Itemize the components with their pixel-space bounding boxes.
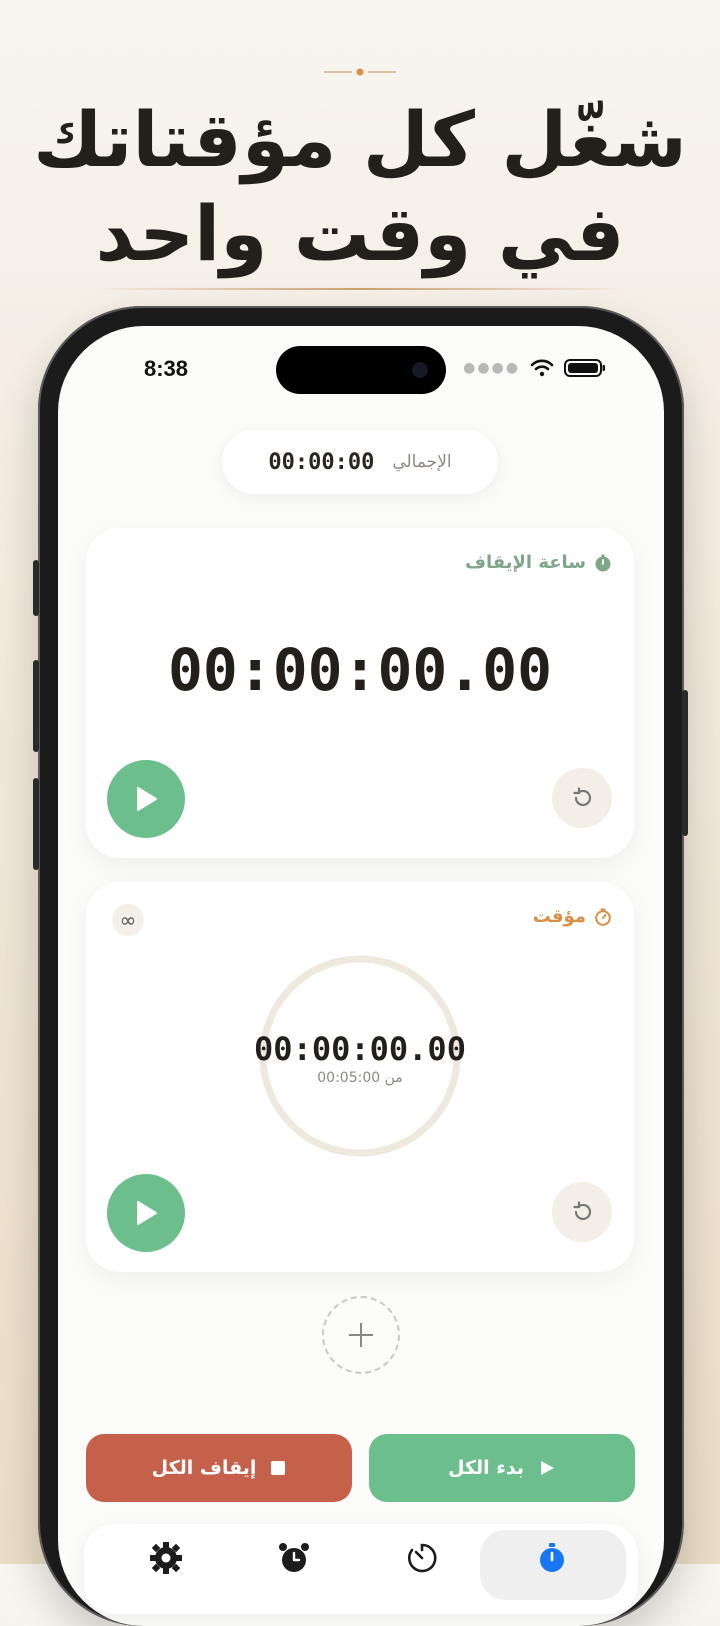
timer-title: مؤقت	[533, 906, 612, 927]
infinity-icon: ∞	[119, 908, 137, 932]
battery-icon	[564, 359, 605, 377]
start-all-button[interactable]: بدء الكل	[369, 1434, 635, 1502]
add-timer-button[interactable]	[322, 1296, 400, 1374]
tab-stopwatch[interactable]	[522, 1538, 582, 1578]
stopwatch-reset-button[interactable]	[552, 768, 612, 828]
timer-play-button[interactable]	[107, 1174, 185, 1252]
tab-timer[interactable]	[392, 1538, 452, 1578]
headline-line-1: شغّل كل مؤقتاتك	[33, 95, 687, 184]
timer-title-label: مؤقت	[532, 906, 586, 927]
total-summary: 00:00:00 الإجمالي	[222, 430, 498, 494]
front-camera	[412, 362, 428, 378]
timer-icon	[407, 1543, 437, 1573]
stop-icon	[271, 1461, 286, 1475]
start-all-label: بدء الكل	[447, 1457, 525, 1479]
repeat-toggle[interactable]: ∞	[112, 904, 144, 936]
reset-icon	[573, 1201, 592, 1221]
phone-side-button	[33, 778, 39, 870]
gear-icon	[150, 1542, 182, 1574]
total-label: الإجمالي	[392, 452, 452, 472]
tab-settings[interactable]	[136, 1538, 196, 1578]
phone-side-button	[33, 660, 39, 752]
stop-all-button[interactable]: إيقاف الكل	[86, 1434, 352, 1502]
wifi-icon	[530, 359, 554, 377]
header-rule	[90, 288, 630, 290]
stopwatch-time: 00:00:00.00	[167, 636, 553, 704]
timer-card: ∞ مؤقت 00:00:00.00 من 00:05:00	[86, 882, 634, 1272]
timer-icon	[595, 908, 611, 926]
status-icons: ●●●●	[463, 358, 606, 378]
stopwatch-icon	[595, 554, 611, 571]
stopwatch-card: ساعة الإيقاف 00:00:00.00	[86, 528, 634, 858]
app-screen: 8:38 ●●●● 00:00:00 الإجمالي ساعة الإيقاف…	[58, 326, 664, 1626]
stopwatch-icon	[540, 1543, 564, 1572]
tab-alarm[interactable]	[264, 1538, 324, 1578]
stopwatch-title: ساعة الإيقاف	[465, 552, 612, 573]
phone-side-button	[682, 690, 688, 836]
headline-line-2: في وقت واحد	[95, 189, 625, 278]
play-icon	[137, 787, 157, 811]
signal-dots-icon: ●●●●	[463, 360, 520, 376]
play-icon	[137, 1201, 157, 1225]
total-value: 00:00:00	[268, 449, 375, 475]
timer-reset-button[interactable]	[552, 1182, 612, 1242]
timer-duration: من 00:05:00	[317, 1070, 403, 1086]
ornament-divider	[324, 68, 396, 76]
play-icon	[541, 1461, 555, 1475]
stopwatch-title-label: ساعة الإيقاف	[465, 552, 586, 573]
phone-side-button	[33, 560, 39, 616]
alarm-clock-icon	[279, 1543, 309, 1572]
stopwatch-play-button[interactable]	[107, 760, 185, 838]
stop-all-label: إيقاف الكل	[151, 1457, 257, 1479]
tab-bar	[84, 1524, 638, 1614]
reset-icon	[573, 787, 592, 807]
status-time: 8:38	[144, 356, 189, 381]
plus-icon	[349, 1323, 373, 1347]
timer-time: 00:00:00.00	[254, 1030, 466, 1068]
